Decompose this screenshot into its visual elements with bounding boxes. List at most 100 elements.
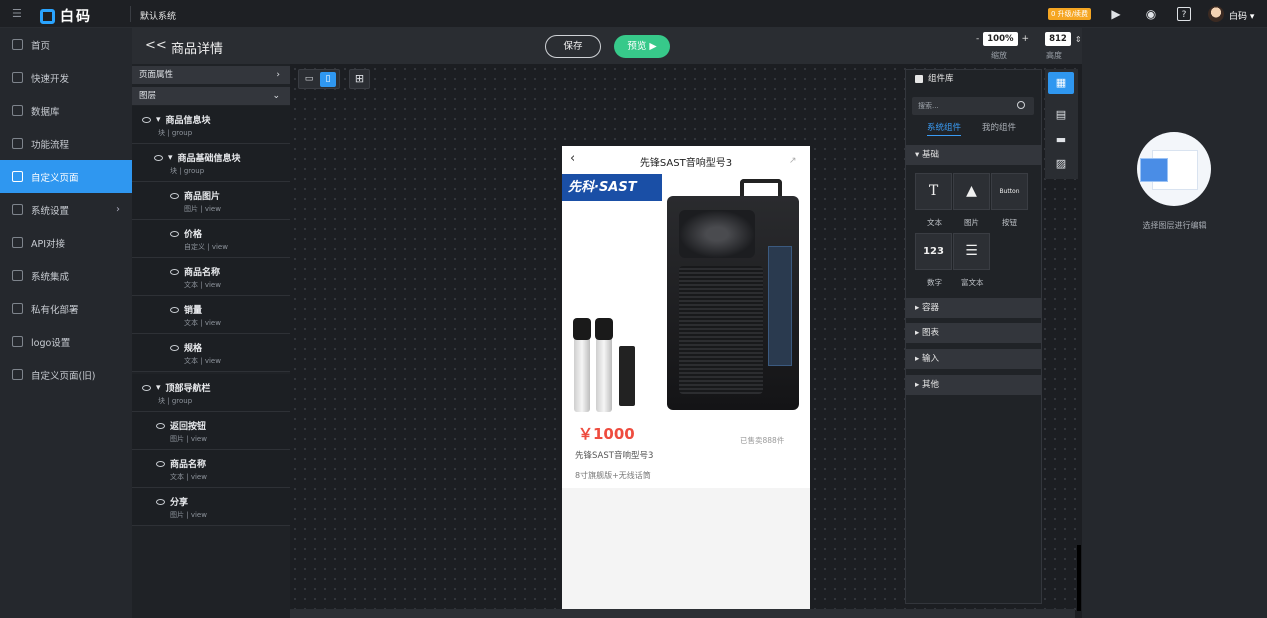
- section-other[interactable]: ▸ 其他: [906, 375, 1041, 395]
- eye-icon[interactable]: [170, 306, 179, 313]
- sidebar-item-custom-page[interactable]: 自定义页面: [0, 160, 132, 193]
- sidebar-item-integration[interactable]: 系统集成: [0, 259, 132, 292]
- sidebar-item-label: 快速开发: [31, 73, 70, 85]
- sidebar-item-database[interactable]: 数据库: [0, 94, 132, 127]
- upgrade-badge[interactable]: 0 升级/续费: [1048, 8, 1092, 20]
- component-search-input[interactable]: 搜索...: [912, 97, 1034, 115]
- zoom-value[interactable]: 100%: [983, 32, 1018, 46]
- sidebar-item-home[interactable]: 首页: [0, 28, 132, 61]
- layer-item[interactable]: 规格 文本 | view: [132, 334, 290, 372]
- save-button[interactable]: 保存: [545, 35, 601, 58]
- eye-icon[interactable]: [156, 422, 165, 429]
- caret-down-icon[interactable]: ▾: [156, 115, 161, 125]
- layers-header[interactable]: 图层 ⌄: [132, 87, 290, 105]
- height-stepper-icon[interactable]: ⇕: [1075, 35, 1082, 44]
- brand-name: 白码: [60, 9, 92, 25]
- layer-kind: view: [190, 435, 207, 443]
- layout-icon[interactable]: ▬: [1048, 129, 1074, 151]
- preview-button[interactable]: 预览 ▶: [614, 35, 670, 58]
- vertical-scrollbar[interactable]: [1077, 545, 1081, 611]
- desktop-icon[interactable]: ▭: [301, 72, 317, 87]
- zoom-in-button[interactable]: +: [1022, 34, 1030, 44]
- eye-icon[interactable]: [142, 384, 151, 391]
- image-component[interactable]: ▲: [953, 173, 990, 210]
- avatar[interactable]: [1208, 6, 1224, 22]
- layer-item[interactable]: 商品名称 文本 | view: [132, 258, 290, 296]
- sidebar-item-label: 自定义页面: [31, 172, 79, 184]
- properties-panel: [1082, 28, 1267, 618]
- user-name[interactable]: 白码 ▾: [1229, 9, 1254, 22]
- tab-system-components[interactable]: 系统组件: [927, 121, 962, 136]
- page-properties-header[interactable]: 页面属性 ›: [132, 66, 290, 84]
- rich-text-component[interactable]: ☰: [953, 233, 990, 270]
- button-component[interactable]: Button: [991, 173, 1028, 210]
- layer-item[interactable]: ▾ 商品基础信息块块 | group: [132, 144, 290, 182]
- eye-icon[interactable]: [142, 116, 151, 123]
- sidebar-item-api[interactable]: API对接: [0, 226, 132, 259]
- grid-toggle-icon[interactable]: ⊞: [349, 69, 370, 89]
- height-input[interactable]: 812: [1045, 32, 1071, 46]
- eye-icon[interactable]: [170, 344, 179, 351]
- speaker-horn: [679, 210, 755, 258]
- menu-toggle-icon[interactable]: ☰: [12, 8, 24, 19]
- layer-type: 文本 | view: [184, 357, 221, 365]
- sidebar-item-logo-settings[interactable]: logo设置: [0, 325, 132, 358]
- chevron-right-icon: ›: [276, 70, 280, 80]
- tab-my-components[interactable]: 我的组件: [982, 121, 1016, 133]
- server-icon: [12, 303, 23, 314]
- brand-banner: 先科·SAST: [562, 174, 662, 201]
- sidebar-item-settings[interactable]: 系统设置 ›: [0, 193, 132, 226]
- layer-item[interactable]: 销量 文本 | view: [132, 296, 290, 334]
- eye-icon[interactable]: [154, 154, 163, 161]
- caret-down-icon[interactable]: ▾: [156, 383, 161, 393]
- zoom-out-button[interactable]: -: [976, 34, 979, 44]
- layer-kind: view: [204, 205, 221, 213]
- eye-icon[interactable]: ◉: [1144, 7, 1158, 21]
- eye-icon[interactable]: [170, 192, 179, 199]
- app-logo[interactable]: 白码: [40, 6, 92, 26]
- layer-kind: view: [190, 511, 207, 519]
- product-image[interactable]: 先科·SAST: [562, 174, 810, 420]
- components-icon[interactable]: ▦: [1048, 72, 1074, 94]
- layer-name-row: 价格: [170, 227, 202, 240]
- eye-icon[interactable]: [170, 230, 179, 237]
- image-icon[interactable]: ▨: [1048, 153, 1074, 175]
- layer-item[interactable]: ▾ 商品信息块块 | group: [132, 106, 290, 144]
- layer-kind: view: [204, 281, 221, 289]
- section-container[interactable]: ▸ 容器: [906, 298, 1041, 318]
- search-icon[interactable]: [1017, 101, 1025, 109]
- play-icon[interactable]: ▶: [1109, 7, 1123, 21]
- section-input[interactable]: ▸ 输入: [906, 349, 1041, 369]
- sidebar-item-label: 首页: [31, 40, 51, 52]
- layer-item[interactable]: 价格 自定义 | view: [132, 220, 290, 258]
- share-icon[interactable]: ↗: [789, 156, 797, 166]
- horizontal-scrollbar[interactable]: [290, 609, 1075, 618]
- help-icon[interactable]: ?: [1177, 7, 1191, 21]
- section-chart[interactable]: ▸ 图表: [906, 323, 1041, 343]
- height-label: 高度: [1046, 51, 1062, 60]
- text-component[interactable]: T: [915, 173, 952, 210]
- clipboard-icon[interactable]: ▤: [1048, 104, 1074, 126]
- cube-icon: [12, 72, 23, 83]
- sidebar-item-flow[interactable]: 功能流程: [0, 127, 132, 160]
- layer-type-label: 文本: [184, 319, 198, 327]
- number-component[interactable]: 123: [915, 233, 952, 270]
- eye-icon[interactable]: [156, 498, 165, 505]
- layer-item[interactable]: 商品图片 图片 | view: [132, 182, 290, 220]
- sidebar-item-quick-dev[interactable]: 快速开发: [0, 61, 132, 94]
- mobile-icon[interactable]: ▯: [320, 72, 336, 87]
- caret-down-icon[interactable]: ▾: [168, 153, 173, 163]
- layer-item[interactable]: 商品名称 文本 | view: [132, 450, 290, 488]
- eye-icon[interactable]: [156, 460, 165, 467]
- system-name[interactable]: 默认系统: [140, 9, 176, 22]
- layer-item[interactable]: 返回按钮 图片 | view: [132, 412, 290, 450]
- layer-kind: view: [204, 357, 221, 365]
- sidebar-item-private-deploy[interactable]: 私有化部署: [0, 292, 132, 325]
- layer-item[interactable]: 分享 图片 | view: [132, 488, 290, 526]
- layer-item[interactable]: ▾ 顶部导航栏块 | group: [132, 374, 290, 412]
- back-icon[interactable]: <<: [145, 38, 167, 53]
- eye-icon[interactable]: [170, 268, 179, 275]
- sidebar-item-custom-page-old[interactable]: 自定义页面(旧): [0, 358, 132, 391]
- section-basic[interactable]: ▾ 基础: [906, 145, 1041, 165]
- sidebar-item-label: 数据库: [31, 106, 60, 118]
